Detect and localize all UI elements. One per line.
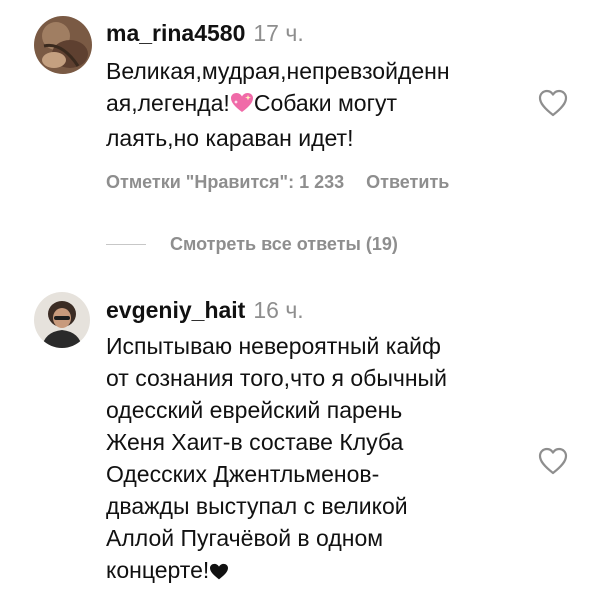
avatar-image	[34, 292, 90, 348]
heart-outline-icon	[538, 89, 568, 117]
view-replies-button[interactable]: Смотреть все ответы (19)	[106, 232, 398, 256]
comment-text: Испытываю невероятный кайф от сознания т…	[106, 330, 536, 589]
comment-line: ая,легенда! Собаки могут	[106, 87, 536, 122]
reply-button[interactable]: Ответить	[366, 172, 449, 192]
avatar[interactable]	[34, 292, 90, 348]
timestamp[interactable]: 16 ч.	[253, 297, 303, 323]
timestamp[interactable]: 17 ч.	[253, 20, 303, 46]
comment-line: концерте!	[106, 554, 536, 589]
comment-line-part: ая,легенда!	[106, 90, 230, 116]
heart-outline-icon	[538, 447, 568, 475]
username[interactable]: evgeniy_hait	[106, 297, 245, 323]
username[interactable]: ma_rina4580	[106, 20, 245, 46]
comment-line: Великая,мудрая,непревзойденн	[106, 58, 450, 84]
black-heart-icon	[209, 557, 229, 589]
comment-meta: Отметки "Нравится": 1 233 Ответить	[106, 172, 449, 193]
like-button[interactable]	[537, 88, 569, 118]
comment-line-part: концерте!	[106, 557, 210, 583]
avatar[interactable]	[34, 16, 92, 74]
comment-header: evgeniy_hait 16 ч.	[106, 297, 304, 324]
likes-count[interactable]: Отметки "Нравится": 1 233	[106, 172, 344, 192]
comment-line: Одесских Джентльменов-	[106, 461, 380, 487]
view-replies-label: Смотреть все ответы (19)	[170, 233, 398, 254]
avatar-image	[34, 16, 92, 74]
comment-line: одесский еврейский парень	[106, 397, 403, 423]
comment-line: Женя Хаит-в составе Клуба	[106, 429, 404, 455]
comment-line-part: Собаки могут	[253, 90, 397, 116]
comment-line: от сознания того,что я обычный	[106, 365, 447, 391]
comment-line: Аллой Пугачёвой в одном	[106, 525, 384, 551]
comment-header: ma_rina4580 17 ч.	[106, 20, 304, 47]
comment-line: лаять,но караван идет!	[106, 125, 354, 151]
like-button[interactable]	[537, 446, 569, 476]
divider-line	[106, 243, 146, 245]
comment-line: Испытываю невероятный кайф	[106, 333, 441, 359]
comment-line: дважды выступал с великой	[106, 493, 408, 519]
sparkling-heart-icon	[230, 90, 254, 122]
comment-text: Великая,мудрая,непревзойденн ая,легенда!…	[106, 55, 536, 154]
